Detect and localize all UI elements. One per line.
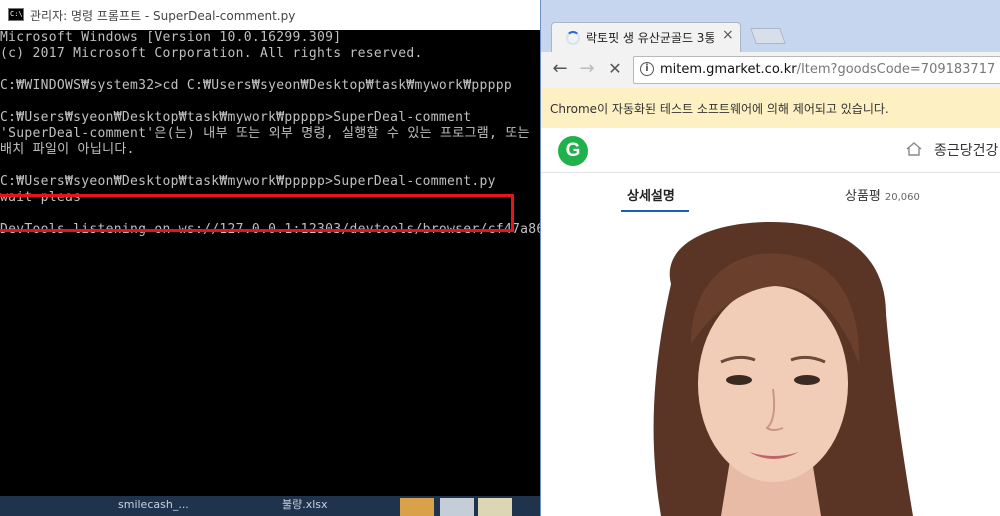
red-highlight-annotation — [0, 194, 514, 232]
console-line: C:₩Users₩syeon₩Desktop₩task₩mywork₩ppppp… — [0, 110, 472, 125]
url-host: mitem.gmarket.co.kr — [660, 62, 797, 77]
tab-title: 락토핏 생 유산균골드 3통 — [586, 31, 714, 45]
browser-toolbar: ← → ✕ i mitem.gmarket.co.kr/Item?goodsCo… — [541, 52, 1000, 89]
taskbar-thumbnail[interactable] — [400, 498, 434, 516]
gmarket-logo[interactable]: G — [558, 136, 588, 166]
taskbar-thumbnail[interactable] — [440, 498, 474, 516]
console-line: 'SuperDeal-comment'은(는) 내부 또는 외부 명령, 실행할… — [0, 126, 530, 141]
back-arrow-icon[interactable]: ← — [549, 58, 571, 80]
cmd-window-title: 관리자: 명령 프롬프트 - SuperDeal-comment.py — [30, 9, 296, 23]
home-icon[interactable] — [906, 142, 922, 156]
tab-label: 상품평 — [845, 189, 881, 204]
store-name[interactable]: 종근당건강 — [934, 140, 998, 160]
console-line: 배치 파일이 아닙니다. — [0, 142, 135, 157]
command-prompt-window[interactable]: C:\ 관리자: 명령 프롬프트 - SuperDeal-comment.py … — [0, 0, 545, 496]
cmd-console-output[interactable]: Microsoft Windows [Version 10.0.16299.30… — [0, 30, 545, 496]
tab-close-icon[interactable]: × — [722, 27, 734, 43]
cmd-app-icon: C:\ — [8, 8, 24, 21]
automation-infobar: Chrome이 자동화된 테스트 소프트웨어에 의해 제어되고 있습니다. — [541, 88, 1000, 129]
chrome-tabstrip: 락토핏 생 유산균골드 3통 × — [541, 0, 1000, 52]
taskbar-thumbnail[interactable] — [478, 498, 512, 516]
tab-detail-description[interactable]: 상세설명 — [627, 185, 675, 204]
url-text: mitem.gmarket.co.kr/Item?goodsCode=70918… — [660, 62, 995, 77]
site-info-icon[interactable]: i — [640, 62, 654, 76]
cmd-titlebar[interactable]: C:\ 관리자: 명령 프롬프트 - SuperDeal-comment.py — [0, 0, 545, 30]
product-tabs: 상세설명 상품평 20,060 — [541, 172, 1000, 215]
console-line: (c) 2017 Microsoft Corporation. All righ… — [0, 46, 423, 61]
url-path: /Item?goodsCode=709183717 — [796, 62, 996, 77]
tab-reviews[interactable]: 상품평 20,060 — [845, 185, 920, 204]
stop-loading-icon[interactable]: ✕ — [604, 58, 626, 80]
active-tab-indicator — [621, 210, 689, 212]
new-tab-button[interactable] — [750, 28, 786, 44]
console-line: C:₩Users₩syeon₩Desktop₩task₩mywork₩ppppp… — [0, 174, 496, 189]
console-line: Microsoft Windows [Version 10.0.16299.30… — [0, 30, 342, 45]
console-line: C:₩WINDOWS₩system32>cd C:₩Users₩syeon₩De… — [0, 78, 512, 93]
taskbar-item[interactable]: smilecash_... — [118, 496, 198, 516]
browser-tab[interactable]: 락토핏 생 유산균골드 3통 × — [551, 22, 741, 52]
chrome-browser-window[interactable]: 락토핏 생 유산균골드 3통 × ← → ✕ i mitem.gmarket.c… — [540, 0, 1000, 516]
web-page-content[interactable]: G 종근당건강 상세설명 상품평 20,060 — [541, 128, 1000, 516]
review-count: 20,060 — [884, 192, 920, 203]
address-bar[interactable]: i mitem.gmarket.co.kr/Item?goodsCode=709… — [633, 56, 1000, 84]
loading-spinner-icon — [566, 31, 580, 45]
forward-arrow-icon[interactable]: → — [576, 58, 598, 80]
gmarket-header: G 종근당건강 — [541, 128, 1000, 173]
tab-label: 상세설명 — [627, 189, 675, 204]
taskbar-item[interactable]: 불량.xlsx — [282, 496, 342, 516]
product-model-photo — [541, 214, 1000, 516]
infobar-message: Chrome이 자동화된 테스트 소프트웨어에 의해 제어되고 있습니다. — [550, 102, 889, 116]
